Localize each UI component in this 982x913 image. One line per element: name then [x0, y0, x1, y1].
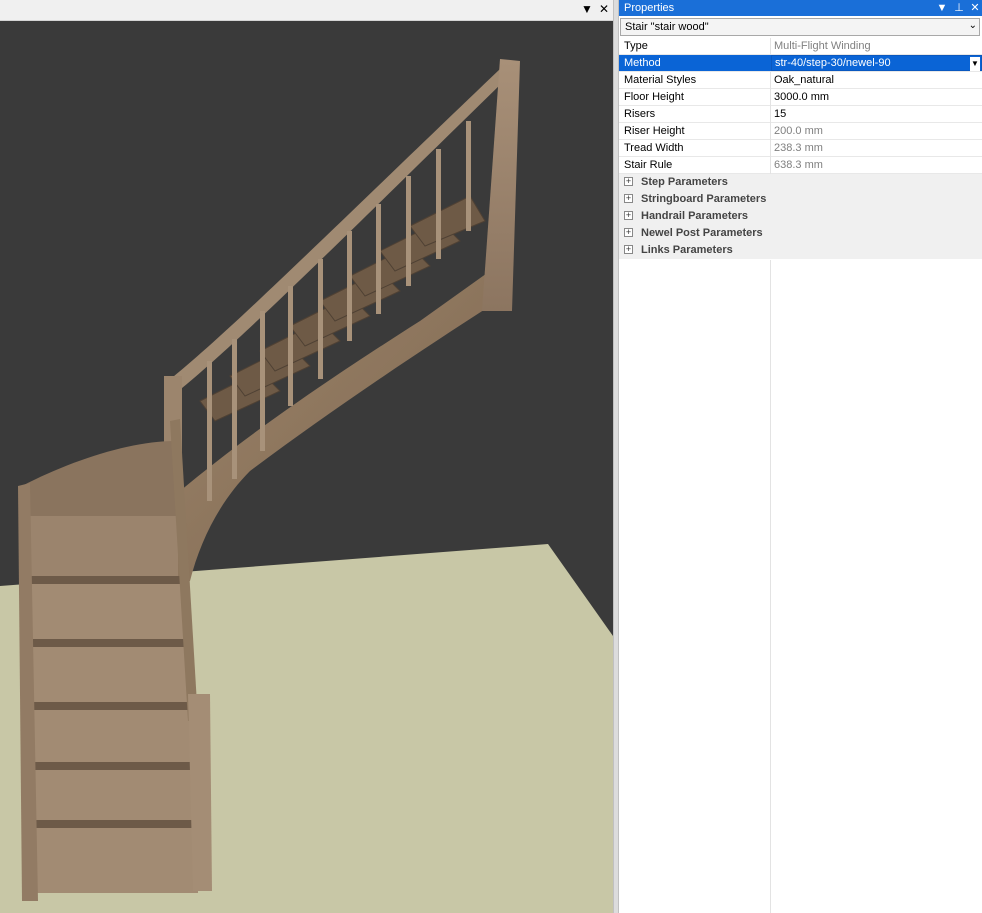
stair-render: [0, 59, 613, 913]
close-icon[interactable]: ✕: [968, 0, 982, 16]
properties-panel: Properties ▼ ⊥ ✕ Stair "stair wood" ⌄ Ty…: [619, 0, 982, 913]
dropdown-icon[interactable]: ▼: [580, 2, 594, 16]
object-selector[interactable]: Stair "stair wood" ⌄: [620, 18, 980, 36]
chevron-down-icon: ⌄: [968, 20, 977, 31]
property-key: Risers: [624, 108, 656, 120]
property-value[interactable]: 3000.0 mm: [774, 91, 829, 103]
property-row-risers[interactable]: Risers 15: [619, 106, 982, 123]
property-row-material-styles[interactable]: Material Styles Oak_natural: [619, 72, 982, 89]
property-key: Material Styles: [624, 74, 697, 86]
property-value: Multi-Flight Winding: [774, 40, 871, 52]
group-label: Step Parameters: [641, 176, 728, 188]
property-key: Riser Height: [624, 125, 685, 137]
column-divider: [770, 157, 771, 174]
property-value: 238.3 mm: [774, 142, 823, 154]
property-key: Method: [624, 57, 661, 69]
group-label: Stringboard Parameters: [641, 193, 767, 205]
property-key: Tread Width: [624, 142, 684, 154]
3d-scene[interactable]: [0, 21, 613, 913]
property-row-stair-rule[interactable]: Stair Rule 638.3 mm: [619, 157, 982, 174]
properties-title-bar: Properties ▼ ⊥ ✕: [619, 0, 982, 16]
property-row-riser-height[interactable]: Riser Height 200.0 mm: [619, 123, 982, 140]
property-value: 200.0 mm: [774, 125, 823, 137]
property-row-method[interactable]: Method str-40/step-30/newel-90 ▼: [619, 55, 982, 72]
group-links-parameters[interactable]: + Links Parameters: [619, 242, 982, 259]
property-value: str-40/step-30/newel-90: [775, 57, 891, 69]
property-key: Floor Height: [624, 91, 684, 103]
group-label: Handrail Parameters: [641, 210, 748, 222]
expand-icon[interactable]: +: [624, 211, 633, 220]
pin-icon[interactable]: ⊥: [952, 0, 966, 16]
group-label: Links Parameters: [641, 244, 733, 256]
property-key: Stair Rule: [624, 159, 673, 171]
property-value[interactable]: 15: [774, 108, 786, 120]
dropdown-arrow-icon[interactable]: ▼: [970, 57, 980, 71]
column-divider: [770, 260, 771, 913]
expand-icon[interactable]: +: [624, 194, 633, 203]
property-value: 638.3 mm: [774, 159, 823, 171]
group-newel-post-parameters[interactable]: + Newel Post Parameters: [619, 225, 982, 242]
object-selector-value: Stair "stair wood": [625, 21, 709, 33]
property-grid: Type Multi-Flight Winding Method str-40/…: [619, 38, 982, 259]
property-row-type[interactable]: Type Multi-Flight Winding: [619, 38, 982, 55]
column-divider: [770, 72, 771, 89]
column-divider: [770, 89, 771, 106]
column-divider: [770, 38, 771, 55]
group-step-parameters[interactable]: + Step Parameters: [619, 174, 982, 191]
property-key: Type: [624, 40, 648, 52]
dropdown-icon[interactable]: ▼: [935, 0, 949, 16]
column-divider: [770, 123, 771, 140]
lower-flight: [28, 516, 198, 893]
property-value[interactable]: Oak_natural: [774, 74, 834, 86]
expand-icon[interactable]: +: [624, 177, 633, 186]
group-label: Newel Post Parameters: [641, 227, 763, 239]
3d-viewport-panel: ▼ ✕: [0, 0, 613, 913]
method-value-dropdown[interactable]: str-40/step-30/newel-90 ▼: [771, 55, 982, 71]
close-icon[interactable]: ✕: [597, 2, 611, 16]
expand-icon[interactable]: +: [624, 228, 633, 237]
property-row-floor-height[interactable]: Floor Height 3000.0 mm: [619, 89, 982, 106]
property-grid-empty-area: [619, 260, 982, 913]
group-handrail-parameters[interactable]: + Handrail Parameters: [619, 208, 982, 225]
viewport-toolbar: ▼ ✕: [0, 0, 613, 21]
property-row-tread-width[interactable]: Tread Width 238.3 mm: [619, 140, 982, 157]
expand-icon[interactable]: +: [624, 245, 633, 254]
column-divider: [770, 140, 771, 157]
column-divider: [770, 106, 771, 123]
group-stringboard-parameters[interactable]: + Stringboard Parameters: [619, 191, 982, 208]
panel-title: Properties: [624, 2, 675, 14]
